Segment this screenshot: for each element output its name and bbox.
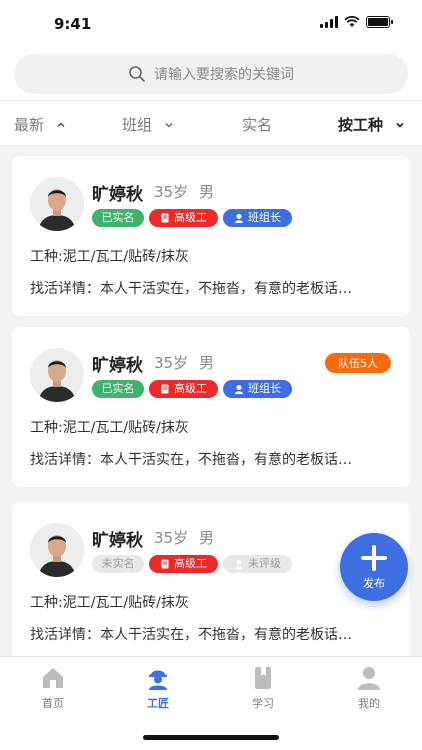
rating-badge-label: 未评级: [248, 557, 281, 570]
worker-detail: 找活详情：本人干活实在，不拖沓，有意的老板话…: [30, 281, 352, 297]
search-input[interactable]: 请输入要搜索的关键词: [14, 54, 408, 94]
filter-team[interactable]: 班组: [122, 114, 174, 135]
home-icon: [43, 668, 63, 688]
level-badge: 高级工: [149, 555, 218, 573]
level-badge: 高级工: [149, 380, 218, 398]
avatar: [30, 348, 84, 402]
badge-row: 未实名 高级工 未评级: [92, 555, 292, 573]
filter-team-label: 班组: [122, 116, 153, 134]
status-bar: 9:41: [0, 0, 422, 48]
level-badge-label: 高级工: [174, 382, 207, 395]
cellular-signal-icon: [320, 16, 338, 28]
worker-age: 35岁: [154, 183, 189, 201]
leader-icon: [235, 214, 243, 223]
chevron-down-icon: [396, 122, 404, 128]
certificate-icon: [161, 384, 169, 394]
battery-icon: [366, 16, 393, 28]
certificate-icon: [161, 213, 169, 223]
worker-trade: 工种:泥工/瓦工/贴砖/抹灰: [30, 420, 189, 436]
plus-icon: [361, 545, 387, 571]
worker-card[interactable]: 旷婷秋 35岁 男 已实名 高级工 班组长 工种:泥工/瓦工/贴砖/抹灰 找活详…: [12, 156, 410, 316]
level-badge-label: 高级工: [174, 557, 207, 570]
avatar: [30, 177, 84, 231]
worker-trade: 工种:泥工/瓦工/贴砖/抹灰: [30, 595, 189, 611]
book-icon: [255, 667, 271, 689]
home-indicator: [143, 735, 279, 740]
avatar-image: [30, 523, 84, 577]
role-badge: 班组长: [223, 209, 292, 227]
worker-gender: 男: [199, 529, 215, 547]
tab-home[interactable]: 首页: [23, 665, 83, 711]
verified-badge: 已实名: [92, 380, 144, 398]
filter-verified-label: 实名: [242, 116, 273, 134]
tab-workers[interactable]: 工匠: [128, 665, 188, 711]
filter-latest-label: 最新: [14, 116, 45, 134]
search-section: 请输入要搜索的关键词: [0, 48, 422, 100]
chevron-down-icon: [165, 122, 173, 127]
leader-icon: [235, 385, 243, 394]
status-icons: [320, 16, 393, 28]
filter-verified[interactable]: 实名: [242, 114, 272, 135]
worker-detail: 找活详情：本人干活实在，不拖沓，有意的老板话…: [30, 452, 352, 468]
worker-gender: 男: [199, 183, 215, 201]
badge-row: 已实名 高级工 班组长: [92, 209, 292, 227]
avatar-image: [30, 348, 84, 402]
tab-study[interactable]: 学习: [233, 665, 293, 711]
tab-study-label: 学习: [252, 697, 274, 710]
user-icon: [358, 667, 380, 690]
publish-label: 发布: [363, 577, 385, 590]
tab-mine[interactable]: 我的: [339, 665, 399, 711]
wifi-icon: [344, 16, 360, 27]
unverified-badge: 未实名: [92, 555, 144, 573]
avatar: [30, 523, 84, 577]
worker-name: 旷婷秋: [92, 531, 143, 551]
worker-name: 旷婷秋: [92, 356, 143, 376]
certificate-icon: [161, 559, 169, 569]
badge-row: 已实名 高级工 班组长: [92, 380, 292, 398]
filter-bar: 最新 班组 实名 按工种: [0, 100, 422, 146]
filter-by-trade-label: 按工种: [338, 116, 384, 134]
role-badge-label: 班组长: [248, 382, 281, 395]
worker-age: 35岁: [154, 354, 189, 372]
level-badge: 高级工: [149, 209, 218, 227]
worker-age: 35岁: [154, 529, 189, 547]
avatar-image: [30, 177, 84, 231]
tab-home-label: 首页: [42, 697, 64, 710]
leader-icon: [235, 560, 243, 569]
search-icon: [129, 66, 145, 82]
team-size-badge: 队伍5人: [325, 353, 391, 373]
chevron-up-icon: [57, 122, 65, 127]
tab-workers-label: 工匠: [147, 697, 169, 710]
worker-trade: 工种:泥工/瓦工/贴砖/抹灰: [30, 249, 189, 265]
worker-detail: 找活详情：本人干活实在，不拖沓，有意的老板话…: [30, 627, 352, 643]
publish-button[interactable]: 发布: [340, 533, 408, 601]
tab-mine-label: 我的: [358, 697, 380, 710]
rating-badge: 未评级: [223, 555, 292, 573]
worker-card[interactable]: 旷婷秋 35岁 男 队伍5人 已实名 高级工 班组长 工种:泥工/瓦工/贴砖/抹…: [12, 327, 410, 487]
worker-gender: 男: [199, 354, 215, 372]
verified-badge: 已实名: [92, 209, 144, 227]
filter-latest[interactable]: 最新: [14, 114, 66, 135]
worker-name: 旷婷秋: [92, 185, 143, 205]
role-badge: 班组长: [223, 380, 292, 398]
level-badge-label: 高级工: [174, 211, 207, 224]
filter-by-trade[interactable]: 按工种: [338, 114, 405, 135]
search-placeholder: 请输入要搜索的关键词: [154, 67, 294, 83]
role-badge-label: 班组长: [248, 211, 281, 224]
status-time: 9:41: [54, 15, 92, 33]
worker-icon: [149, 670, 167, 690]
